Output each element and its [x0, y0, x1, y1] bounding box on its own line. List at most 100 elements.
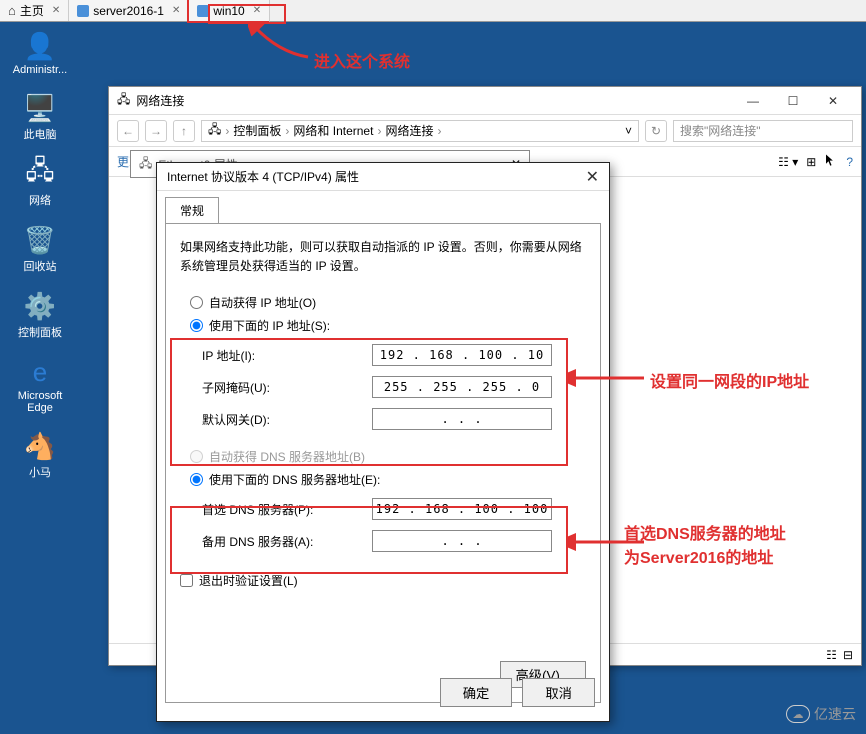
folder-icon: 🖧: [208, 120, 221, 141]
close-icon[interactable]: ✕: [253, 5, 261, 16]
crumb[interactable]: 控制面板: [233, 122, 281, 139]
search-input[interactable]: 搜索"网络连接": [673, 120, 853, 142]
tab-home-label: 主页: [20, 2, 44, 19]
vm-tab-bar: ⌂ 主页 ✕ server2016-1 ✕ win10 ✕: [0, 0, 866, 22]
annotation-ip: 设置同一网段的IP地址: [650, 368, 809, 392]
refresh-button[interactable]: ↻: [645, 120, 667, 142]
view-icon[interactable]: ⊟: [843, 648, 853, 662]
label: 此电脑: [24, 126, 57, 142]
gateway-label: 默认网关(D):: [202, 411, 372, 428]
dns2-label: 备用 DNS 服务器(A):: [202, 533, 372, 550]
help-icon[interactable]: ?: [846, 155, 853, 169]
desktop-icon-control[interactable]: ⚙️ 控制面板: [10, 290, 70, 340]
preferred-dns-input[interactable]: 192 . 168 . 100 . 100: [372, 498, 552, 520]
desktop-icon-admin[interactable]: 👤 Administr...: [10, 30, 70, 76]
nav-up-button[interactable]: ↑: [173, 120, 195, 142]
validate-checkbox[interactable]: [180, 574, 193, 587]
tab-home[interactable]: ⌂ 主页 ✕: [0, 0, 69, 21]
desktop-icon-recycle[interactable]: 🗑️ 回收站: [10, 224, 70, 274]
tab-general[interactable]: 常规: [165, 197, 219, 223]
home-icon: ⌂: [8, 3, 16, 18]
alternate-dns-input[interactable]: . . .: [372, 530, 552, 552]
user-icon: 👤: [24, 30, 56, 62]
close-icon[interactable]: ✕: [52, 5, 60, 16]
gateway-input[interactable]: . . .: [372, 408, 552, 430]
use-dns-label: 使用下面的 DNS 服务器地址(E):: [209, 471, 380, 488]
network-icon: 🖧: [24, 158, 56, 190]
view-icon[interactable]: ☷: [826, 648, 837, 662]
nav-back-button[interactable]: ←: [117, 120, 139, 142]
cancel-button[interactable]: 取消: [522, 678, 595, 707]
auto-ip-radio[interactable]: [190, 296, 203, 309]
view-detail-icon[interactable]: ⊞: [806, 155, 816, 169]
watermark: ☁ 亿速云: [786, 704, 856, 724]
label: 网络: [29, 192, 51, 208]
close-icon[interactable]: ✕: [172, 5, 180, 16]
desktop-icons: 👤 Administr... 🖥️ 此电脑 🖧 网络 🗑️ 回收站 ⚙️ 控制面板 eMi…: [10, 30, 70, 480]
dialog-buttons: 确定 取消: [440, 678, 595, 707]
monitor-icon: [197, 5, 209, 17]
desktop-icon-pc[interactable]: 🖥️ 此电脑: [10, 92, 70, 142]
use-ip-radio[interactable]: [190, 319, 203, 332]
description-text: 如果网络支持此功能，则可以获取自动指派的 IP 设置。否则，你需要从网络系统管理…: [180, 238, 586, 276]
minimize-button[interactable]: —: [733, 90, 773, 112]
edge-icon: e: [24, 356, 56, 388]
ip-address-input[interactable]: 192 . 168 . 100 . 10: [372, 344, 552, 366]
label: Administr...: [13, 64, 67, 76]
view-list-icon[interactable]: ☷ ▾: [778, 155, 798, 169]
use-ip-label: 使用下面的 IP 地址(S):: [209, 317, 330, 334]
auto-dns-radio: [190, 450, 203, 463]
label: 小马: [29, 464, 51, 480]
control-panel-icon: ⚙️: [24, 290, 56, 322]
dns1-label: 首选 DNS 服务器(P):: [202, 501, 372, 518]
maximize-button[interactable]: ☐: [773, 90, 813, 112]
nav-forward-button[interactable]: →: [145, 120, 167, 142]
label: 控制面板: [18, 324, 62, 340]
cursor-icon: [824, 153, 838, 170]
auto-dns-label: 自动获得 DNS 服务器地址(B): [209, 448, 365, 465]
dialog-title: Internet 协议版本 4 (TCP/IPv4) 属性: [167, 168, 359, 185]
subnet-label: 子网掩码(U):: [202, 379, 372, 396]
validate-label: 退出时验证设置(L): [199, 572, 298, 589]
tab-server2016[interactable]: server2016-1 ✕: [69, 0, 189, 21]
titlebar: 🖧 网络连接 — ☐ ✕: [109, 87, 861, 115]
crumb[interactable]: 网络和 Internet: [293, 122, 373, 139]
ip-radio-group: 自动获得 IP 地址(O) 使用下面的 IP 地址(S):: [190, 294, 586, 334]
tab-win10[interactable]: win10 ✕: [187, 0, 270, 23]
breadcrumb[interactable]: 🖧 › 控制面板 › 网络和 Internet › 网络连接 › ˅: [201, 120, 639, 142]
ok-button[interactable]: 确定: [440, 678, 513, 707]
nav-bar: ← → ↑ 🖧 › 控制面板 › 网络和 Internet › 网络连接 › ˅…: [109, 115, 861, 147]
annotation-dns2: 为Server2016的地址: [624, 544, 773, 568]
cloud-icon: ☁: [786, 705, 810, 723]
dns-fields: 首选 DNS 服务器(P):192 . 168 . 100 . 100 备用 D…: [202, 498, 586, 552]
desktop-icon-network[interactable]: 🖧 网络: [10, 158, 70, 208]
ip-fields: IP 地址(I):192 . 168 . 100 . 10 子网掩码(U):25…: [202, 344, 586, 430]
network-icon: 🖧: [117, 90, 130, 111]
pc-icon: 🖥️: [24, 92, 56, 124]
monitor-icon: [77, 5, 89, 17]
dialog-titlebar: Internet 协议版本 4 (TCP/IPv4) 属性 ✕: [157, 163, 609, 191]
app-icon: 🐴: [24, 430, 56, 462]
dns-radio-group: 自动获得 DNS 服务器地址(B) 使用下面的 DNS 服务器地址(E):: [190, 448, 586, 488]
use-dns-radio[interactable]: [190, 473, 203, 486]
annotation-enter: 进入这个系统: [314, 48, 410, 72]
close-button[interactable]: ✕: [586, 167, 599, 187]
dialog-body: 如果网络支持此功能，则可以获取自动指派的 IP 设置。否则，你需要从网络系统管理…: [165, 223, 601, 703]
adapter-icon: 🖧: [139, 154, 152, 175]
close-button[interactable]: ✕: [813, 90, 853, 112]
crumb[interactable]: 网络连接: [385, 122, 433, 139]
tab-row: 常规: [157, 191, 609, 223]
label: 回收站: [24, 258, 57, 274]
window-title: 网络连接: [136, 92, 184, 109]
desktop-icon-xiaoma[interactable]: 🐴 小马: [10, 430, 70, 480]
subnet-mask-input[interactable]: 255 . 255 . 255 . 0: [372, 376, 552, 398]
recycle-icon: 🗑️: [24, 224, 56, 256]
watermark-text: 亿速云: [814, 704, 856, 724]
auto-ip-label: 自动获得 IP 地址(O): [209, 294, 316, 311]
tab-win10-label: win10: [213, 4, 244, 18]
ipv4-properties-dialog: Internet 协议版本 4 (TCP/IPv4) 属性 ✕ 常规 如果网络支…: [156, 162, 610, 722]
search-placeholder: 搜索"网络连接": [680, 122, 761, 139]
ip-address-label: IP 地址(I):: [202, 347, 372, 364]
label: Microsoft Edge: [10, 390, 70, 414]
desktop-icon-edge[interactable]: eMicrosoft Edge: [10, 356, 70, 414]
